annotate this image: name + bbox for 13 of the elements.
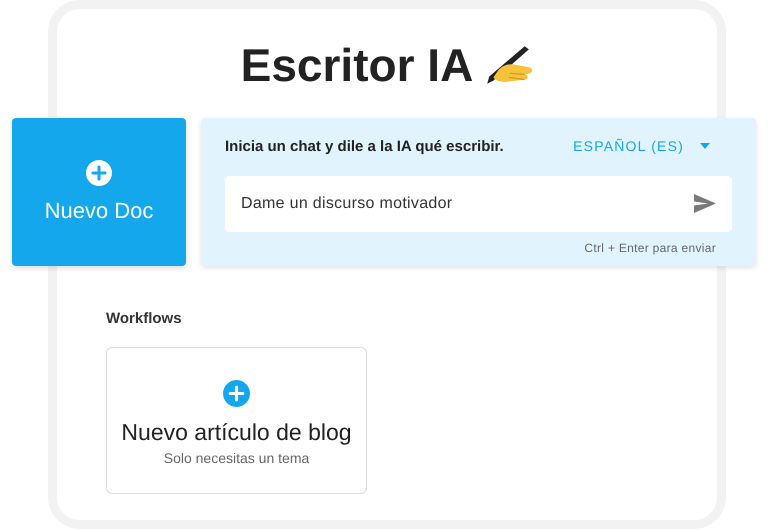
- page-title: Escritor IA: [240, 38, 474, 92]
- workflow-card[interactable]: Nuevo artículo de blog Solo necesitas un tema: [106, 347, 367, 494]
- shortcut-hint: Ctrl + Enter para enviar: [583, 241, 717, 255]
- send-icon: [694, 194, 716, 213]
- plus-icon: [86, 160, 112, 186]
- workflow-subtitle: Solo necesitas un tema: [164, 450, 310, 466]
- section-heading: Workflows: [106, 310, 183, 327]
- send-button[interactable]: [694, 194, 716, 213]
- workflow-title: Nuevo artículo de blog: [121, 418, 352, 446]
- caret-icon: [700, 143, 710, 149]
- chat-prompt: Inicia un chat y dile a la IA qué escribir.: [225, 138, 504, 154]
- input-field[interactable]: Dame un discurso motivador: [225, 176, 732, 232]
- plus-icon: [223, 380, 250, 406]
